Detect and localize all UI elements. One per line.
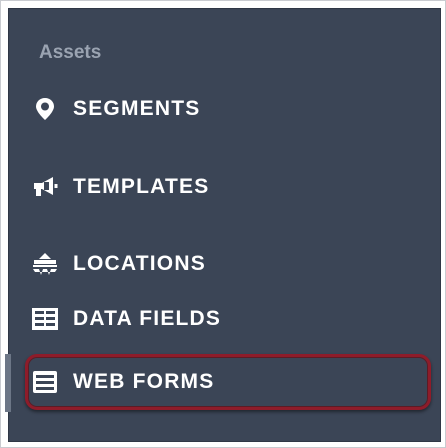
web-form-icon: [29, 366, 61, 398]
sidebar-item-label: LOCATIONS: [73, 252, 206, 275]
screenshot-frame: Assets SEGMENTS TEMPLATES LOCATIONS DATA…: [0, 0, 446, 448]
sidebar-item-web-forms[interactable]: WEB FORMS: [9, 356, 440, 408]
sidebar-item-label: TEMPLATES: [73, 175, 210, 198]
sidebar-item-label: SEGMENTS: [73, 97, 201, 120]
sidebar-item-locations[interactable]: LOCATIONS: [9, 238, 440, 290]
sidebar-item-label: DATA FIELDS: [73, 307, 222, 330]
store-icon: [29, 248, 61, 280]
table-icon: [29, 303, 61, 335]
sidebar-item-segments[interactable]: SEGMENTS: [9, 83, 440, 135]
section-title: Assets: [39, 42, 102, 63]
sidebar-item-templates[interactable]: TEMPLATES: [9, 161, 440, 213]
sidebar-item-label: WEB FORMS: [73, 370, 215, 393]
sidebar-item-data-fields[interactable]: DATA FIELDS: [9, 293, 440, 345]
sidebar-panel: Assets SEGMENTS TEMPLATES LOCATIONS DATA…: [5, 9, 440, 441]
megaphone-icon: [29, 171, 61, 203]
map-pin-icon: [29, 93, 61, 125]
